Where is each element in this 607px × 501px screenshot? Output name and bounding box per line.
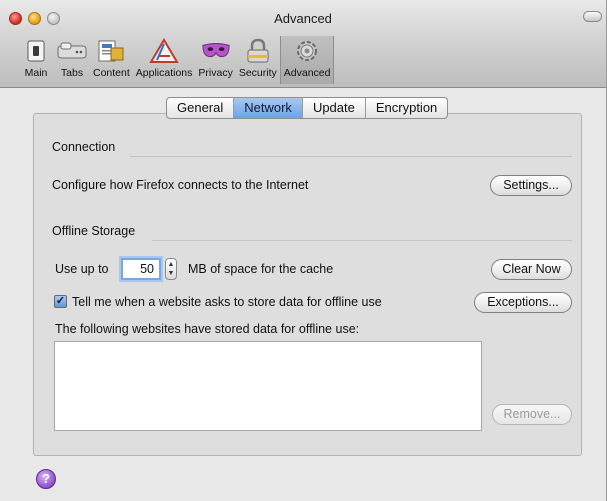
- toolbar-applications[interactable]: Applications: [133, 36, 196, 84]
- content-icon: [96, 38, 126, 64]
- help-button[interactable]: ?: [36, 469, 56, 489]
- cache-size-input[interactable]: 50: [121, 258, 161, 280]
- toolbar-label: Content: [93, 67, 130, 79]
- gear-icon: [292, 38, 322, 64]
- lock-icon: [243, 38, 273, 64]
- offline-storage-title: Offline Storage: [52, 224, 136, 238]
- connection-title: Connection: [52, 140, 116, 154]
- switch-icon: [21, 38, 51, 64]
- settings-button[interactable]: Settings...: [490, 175, 572, 196]
- tab-encryption[interactable]: Encryption: [366, 98, 447, 118]
- tab-network[interactable]: Network: [234, 98, 303, 118]
- cache-suffix-label: MB of space for the cache: [188, 262, 334, 276]
- cache-size-stepper[interactable]: ▲ ▼: [165, 258, 177, 280]
- toolbar-tabs[interactable]: Tabs: [54, 36, 90, 84]
- toolbar-label: Tabs: [60, 67, 84, 79]
- tab-general[interactable]: General: [167, 98, 235, 118]
- offline-sites-label: The following websites have stored data …: [55, 322, 360, 336]
- connection-divider: [130, 156, 572, 157]
- exceptions-button[interactable]: Exceptions...: [474, 292, 572, 313]
- connection-description: Configure how Firefox connects to the In…: [52, 178, 309, 192]
- advanced-tabs: General Network Update Encryption: [166, 97, 449, 119]
- offline-notify-checkbox[interactable]: ✓: [54, 295, 67, 308]
- offline-notify-label: Tell me when a website asks to store dat…: [72, 295, 382, 309]
- toolbar-security[interactable]: Security: [236, 36, 280, 84]
- toolbar-label: Privacy: [198, 67, 233, 79]
- applications-icon: [149, 38, 179, 64]
- window-title: Advanced: [274, 11, 332, 26]
- use-up-to-label: Use up to: [55, 262, 109, 276]
- title-toolbar: Advanced Main Tabs Content Applications …: [0, 0, 606, 88]
- tab-update[interactable]: Update: [303, 98, 366, 118]
- toolbar-toggle-button[interactable]: [583, 11, 602, 22]
- offline-storage-divider: [152, 240, 572, 241]
- remove-button[interactable]: Remove...: [492, 404, 572, 425]
- toolbar-content[interactable]: Content: [90, 36, 133, 84]
- preferences-toolbar: Main Tabs Content Applications Privacy S…: [18, 36, 335, 86]
- tabs-icon: [57, 38, 87, 64]
- toolbar-advanced[interactable]: Advanced: [279, 36, 335, 84]
- mask-icon: [201, 38, 231, 64]
- toolbar-privacy[interactable]: Privacy: [195, 36, 235, 84]
- preferences-window: Advanced Main Tabs Content Applications …: [0, 0, 607, 501]
- offline-sites-list[interactable]: [54, 341, 482, 431]
- clear-now-button[interactable]: Clear Now: [491, 259, 572, 280]
- toolbar-label: Main: [24, 67, 48, 79]
- toolbar-main[interactable]: Main: [18, 36, 54, 84]
- toolbar-label: Advanced: [283, 67, 331, 79]
- toolbar-label: Applications: [135, 67, 193, 79]
- toolbar-label: Security: [238, 67, 277, 79]
